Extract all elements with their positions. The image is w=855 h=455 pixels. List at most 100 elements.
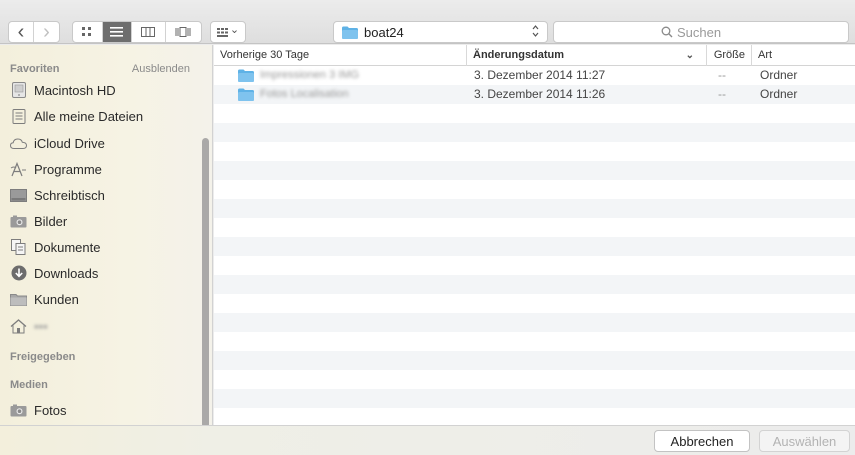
documents-icon xyxy=(10,239,27,256)
location-popup[interactable]: boat24 xyxy=(333,21,548,43)
empty-row xyxy=(214,313,855,332)
hide-favorites-link[interactable]: Ausblenden xyxy=(132,63,190,75)
sidebar-item-downloads[interactable]: Downloads xyxy=(10,262,200,284)
file-name: Impressionen 3 IMG xyxy=(260,69,360,81)
sidebar-item-label: Kunden xyxy=(34,291,79,307)
empty-row xyxy=(214,199,855,218)
empty-row xyxy=(214,161,855,180)
sidebar-item-label: Programme xyxy=(34,161,102,177)
empty-row xyxy=(214,389,855,408)
date-cell: 3. Dezember 2014 11:26 xyxy=(474,87,606,101)
empty-row xyxy=(214,351,855,370)
sidebar-item-applications[interactable]: Programme xyxy=(10,158,200,180)
cloud-icon xyxy=(10,135,27,152)
file-name: Fotos Localisation xyxy=(260,88,349,100)
empty-row xyxy=(214,275,855,294)
name-cell: Impressionen 3 IMG xyxy=(238,66,359,85)
date-cell: 3. Dezember 2014 11:27 xyxy=(474,68,606,82)
empty-row xyxy=(214,142,855,161)
folder-icon xyxy=(238,69,254,82)
desktop-icon xyxy=(10,187,27,204)
sidebar-item-home[interactable]: ••• xyxy=(10,315,200,337)
home-icon xyxy=(10,318,27,335)
column-view-button[interactable] xyxy=(132,22,166,42)
favorites-header: Favoriten xyxy=(10,63,60,75)
sidebar-item-pictures[interactable]: Bilder xyxy=(10,210,200,232)
column-header-size[interactable]: Größe xyxy=(707,45,752,66)
folder-icon xyxy=(342,26,358,39)
arrange-segment: ⌄ xyxy=(211,22,245,42)
arrange-icon xyxy=(216,27,228,37)
sidebar-item-photos[interactable]: Fotos xyxy=(10,399,200,421)
icon-view-button[interactable] xyxy=(73,22,103,42)
arrange-button[interactable]: ⌄ xyxy=(210,21,246,43)
forward-button[interactable]: › xyxy=(34,22,59,42)
size-cell: -- xyxy=(718,68,726,82)
downloads-icon xyxy=(10,265,27,282)
empty-row xyxy=(214,408,855,425)
location-label: boat24 xyxy=(364,24,404,40)
toolbar: ‹ › ⌄ boat24 Suchen xyxy=(0,0,855,44)
list-view-icon xyxy=(110,27,124,37)
folder-icon xyxy=(10,291,27,308)
sidebar-item-label: Alle meine Dateien xyxy=(34,108,144,124)
sidebar-item-label: Downloads xyxy=(34,265,99,281)
table-row[interactable]: Fotos Localisation 3. Dezember 2014 11:2… xyxy=(214,85,855,104)
coverflow-view-button[interactable] xyxy=(166,22,201,42)
sidebar-item-macintosh-hd[interactable]: Macintosh HD xyxy=(10,79,200,101)
updown-arrows-icon xyxy=(532,24,539,39)
empty-row xyxy=(214,123,855,142)
column-header-name[interactable]: Vorherige 30 Tage xyxy=(214,45,467,66)
applications-icon xyxy=(10,161,27,178)
sidebar-item-label: Fotos xyxy=(34,402,67,418)
chevron-down-icon: ⌄ xyxy=(229,24,240,36)
list-view-button[interactable] xyxy=(102,22,133,42)
choose-button[interactable]: Auswählen xyxy=(759,430,850,452)
chevron-left-icon: ‹ xyxy=(17,21,25,43)
empty-row xyxy=(214,370,855,389)
file-list-header: Vorherige 30 Tage Änderungsdatum ⌄ Größe… xyxy=(214,45,855,66)
name-cell: Fotos Localisation xyxy=(238,85,349,104)
empty-row xyxy=(214,104,855,123)
shared-header: Freigegeben xyxy=(10,351,76,363)
search-field[interactable] xyxy=(553,21,849,43)
cancel-button[interactable]: Abbrechen xyxy=(654,430,750,452)
open-dialog: ‹ › ⌄ boat24 Suchen Favoriten Ausblenden… xyxy=(0,0,855,455)
sidebar-item-label: Schreibtisch xyxy=(34,187,105,203)
column-header-date[interactable]: Änderungsdatum ⌄ xyxy=(467,45,707,66)
sidebar-item-label: Dokumente xyxy=(34,239,101,255)
empty-row xyxy=(214,256,855,275)
history-nav: ‹ › xyxy=(8,21,60,43)
camera-icon xyxy=(10,402,27,419)
sidebar-item-desktop[interactable]: Schreibtisch xyxy=(10,184,200,206)
sort-descending-icon: ⌄ xyxy=(685,50,694,61)
file-list: Vorherige 30 Tage Änderungsdatum ⌄ Größe… xyxy=(214,45,855,425)
all-files-icon xyxy=(10,108,27,125)
empty-row xyxy=(214,237,855,256)
empty-row xyxy=(214,332,855,351)
empty-row xyxy=(214,180,855,199)
column-view-icon xyxy=(141,27,156,37)
sidebar-item-icloud-drive[interactable]: iCloud Drive xyxy=(10,132,200,154)
sidebar-item-label: iCloud Drive xyxy=(34,135,105,151)
column-header-kind[interactable]: Art xyxy=(752,45,855,66)
kind-cell: Ordner xyxy=(760,68,798,82)
camera-icon xyxy=(10,213,27,230)
icon-view-icon xyxy=(82,27,92,36)
empty-row xyxy=(214,218,855,237)
column-header-date-label: Änderungsdatum xyxy=(473,49,565,61)
sidebar-item-kunden[interactable]: Kunden xyxy=(10,288,200,310)
back-button[interactable]: ‹ xyxy=(9,21,35,43)
dialog-footer: Abbrechen Auswählen xyxy=(0,425,855,455)
sidebar-scrollbar[interactable] xyxy=(202,138,209,428)
sidebar-item-label: Bilder xyxy=(34,213,68,229)
sidebar-item-documents[interactable]: Dokumente xyxy=(10,236,200,258)
table-row[interactable]: Impressionen 3 IMG 3. Dezember 2014 11:2… xyxy=(214,66,855,85)
sidebar-item-all-files[interactable]: Alle meine Dateien xyxy=(10,105,200,127)
sidebar: Favoriten Ausblenden Macintosh HD Alle m… xyxy=(0,45,213,428)
search-input[interactable] xyxy=(677,24,741,40)
empty-row xyxy=(214,294,855,313)
view-mode-selector xyxy=(72,21,202,43)
sidebar-item-label: ••• xyxy=(34,318,48,334)
hard-drive-icon xyxy=(10,82,27,99)
